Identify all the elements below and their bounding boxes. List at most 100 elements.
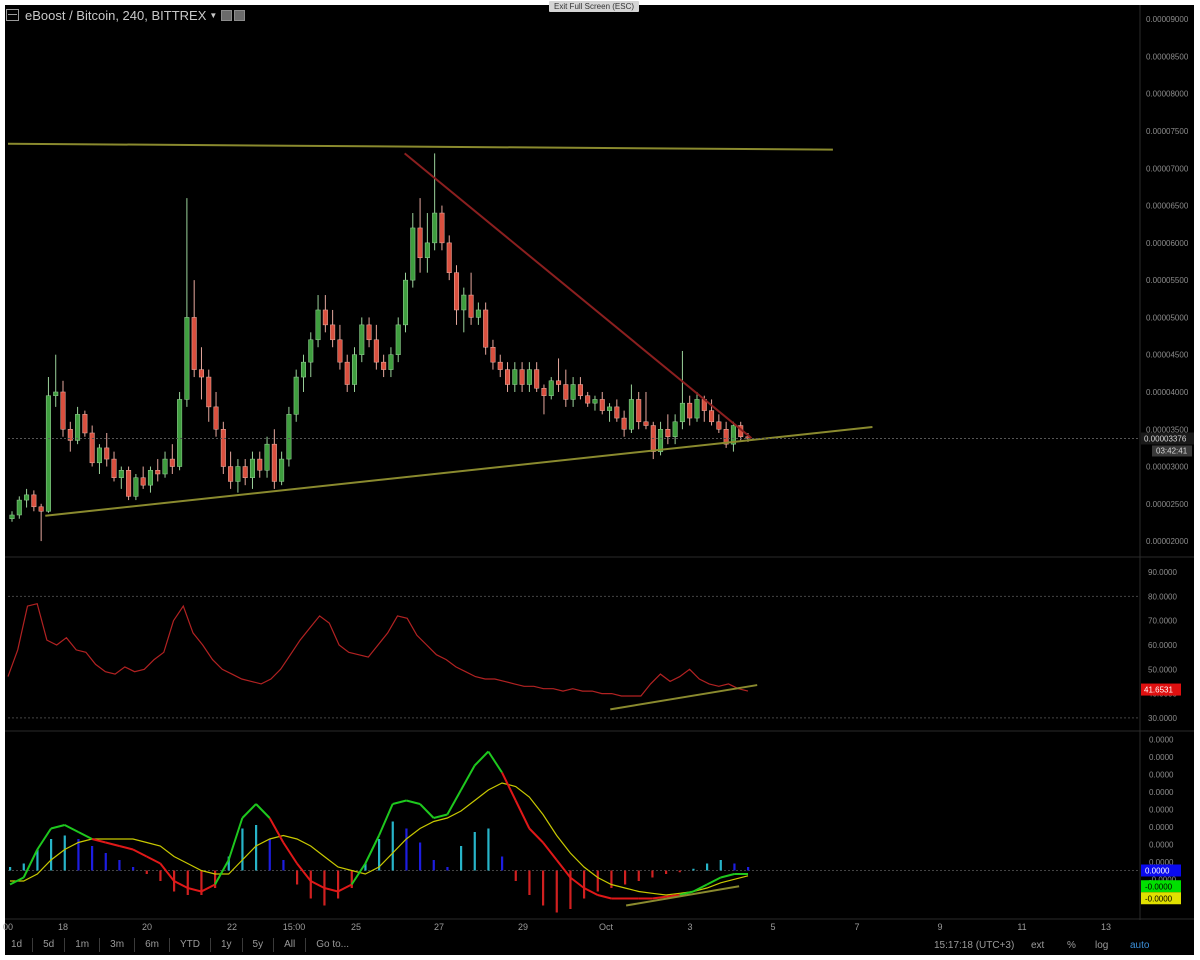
- candle-body: [315, 309, 321, 341]
- candle-body: [556, 380, 562, 385]
- macd-line-segment: [132, 848, 148, 858]
- macd-line-segment: [569, 876, 585, 889]
- candle-body: [300, 361, 306, 378]
- macd-histogram-bar: [50, 839, 53, 871]
- range-ytd[interactable]: YTD: [170, 938, 211, 952]
- range-all[interactable]: All: [274, 938, 307, 952]
- macd-histogram-bar: [145, 870, 148, 874]
- macd-histogram-bar: [747, 867, 750, 871]
- auto-toggle[interactable]: auto: [1130, 940, 1149, 951]
- chart-header[interactable]: eBoost / Bitcoin, 240, BITTREX ▼: [6, 6, 246, 24]
- candle-body: [636, 399, 642, 423]
- range-5d[interactable]: 5d: [33, 938, 66, 952]
- price-tick-label: 0.00005000: [1146, 313, 1189, 322]
- range-6m[interactable]: 6m: [135, 938, 170, 952]
- candle-body: [82, 414, 88, 434]
- exit-fullscreen-hint[interactable]: Exit Full Screen (ESC): [549, 1, 640, 12]
- candle-body: [672, 421, 678, 437]
- candle-body: [24, 494, 30, 501]
- macd-histogram-bar: [555, 870, 558, 913]
- candle-body: [293, 376, 299, 415]
- candle-body: [599, 399, 605, 411]
- macd-histogram-bar: [624, 870, 627, 885]
- range-1m[interactable]: 1m: [65, 938, 101, 952]
- price-tick-label: 0.00002000: [1146, 537, 1189, 546]
- price-tick-label: 0.00006000: [1146, 239, 1189, 248]
- price-tick-label: 0.00005500: [1146, 276, 1189, 285]
- x-tick-label: 9: [937, 922, 942, 932]
- macd-histogram-bar: [91, 846, 94, 871]
- macd-line-segment: [255, 803, 271, 819]
- price-tick-label: 0.00006500: [1146, 202, 1189, 211]
- macd-line-segment: [528, 827, 544, 844]
- range-1d[interactable]: 1d: [0, 938, 34, 952]
- candle-body: [709, 410, 715, 423]
- x-tick-label: 7: [854, 922, 859, 932]
- macd-line-segment: [555, 859, 572, 879]
- macd-histogram-bar: [719, 860, 722, 871]
- macd-line-segment: [77, 831, 93, 840]
- candle-body: [614, 406, 620, 419]
- candle-body: [242, 466, 248, 478]
- candle-body: [483, 309, 489, 348]
- x-tick-label: 22: [227, 922, 237, 932]
- candle-body: [322, 309, 328, 326]
- ext-toggle[interactable]: ext: [1031, 940, 1044, 951]
- x-tick-label: 27: [434, 922, 444, 932]
- x-tick-label: 13: [1101, 922, 1111, 932]
- x-tick-label: 20: [142, 922, 152, 932]
- caret-down-icon[interactable]: ▼: [209, 11, 217, 20]
- symbol-title[interactable]: eBoost / Bitcoin, 240, BITTREX: [25, 8, 206, 23]
- macd-histogram-bar: [473, 832, 476, 871]
- macd-line-segment: [324, 887, 339, 893]
- range-3m[interactable]: 3m: [100, 938, 136, 952]
- settings-icon[interactable]: [221, 9, 233, 21]
- macd-line-segment: [310, 880, 325, 889]
- macd-line-segment: [392, 799, 407, 805]
- candle-body: [716, 421, 722, 430]
- candle-body: [235, 466, 241, 482]
- macd-histogram-bar: [241, 828, 244, 871]
- x-tick-label: 25: [351, 922, 361, 932]
- macd-histogram-bar: [186, 870, 189, 895]
- candle-body: [592, 399, 598, 404]
- candle-body: [351, 354, 358, 385]
- candle-body: [308, 339, 314, 363]
- macd-line-segment: [296, 862, 312, 882]
- range-1y[interactable]: 1y: [211, 938, 243, 952]
- macd-histogram-bar: [77, 839, 80, 871]
- range-5y[interactable]: 5y: [243, 938, 275, 952]
- candle-body: [679, 402, 685, 423]
- percent-toggle[interactable]: %: [1067, 940, 1076, 951]
- price-tick-label: 0.00002500: [1146, 500, 1189, 509]
- x-tick-label: 00: [3, 922, 13, 932]
- x-tick-label: Oct: [599, 922, 614, 932]
- macd-line-segment: [460, 765, 476, 791]
- signal-value-label: -0.0000: [1145, 894, 1173, 903]
- macd-line-segment: [187, 887, 202, 893]
- macd-line-segment: [364, 835, 380, 864]
- collapse-icon[interactable]: [6, 9, 19, 21]
- candle-body: [373, 339, 379, 363]
- macd-histogram-bar: [432, 860, 435, 871]
- candle-body: [490, 346, 496, 363]
- macd-line-segment: [64, 824, 79, 833]
- trendline-top-horizontal: [7, 142, 833, 151]
- macd-histogram-bar: [446, 867, 449, 871]
- candle-body: [198, 369, 204, 378]
- macd-histogram-bar: [132, 867, 135, 871]
- goto-date-button[interactable]: Go to...: [306, 938, 359, 952]
- candle-body: [548, 380, 554, 396]
- macd-histogram-bar: [501, 856, 504, 871]
- candle-body: [213, 406, 219, 430]
- candle-body: [388, 354, 394, 370]
- log-toggle[interactable]: log: [1095, 940, 1108, 951]
- macd-histogram-bar: [583, 870, 586, 899]
- x-tick-label: 5: [770, 922, 775, 932]
- candle-body: [402, 279, 409, 326]
- macd-zero-label: 0.0000: [1145, 867, 1170, 876]
- candle-body: [140, 477, 146, 486]
- countdown-label: 03:42:41: [1156, 446, 1188, 455]
- chart-svg[interactable]: 0.000090000.000085000.000080000.00007500…: [0, 0, 1200, 960]
- camera-icon[interactable]: [234, 9, 246, 21]
